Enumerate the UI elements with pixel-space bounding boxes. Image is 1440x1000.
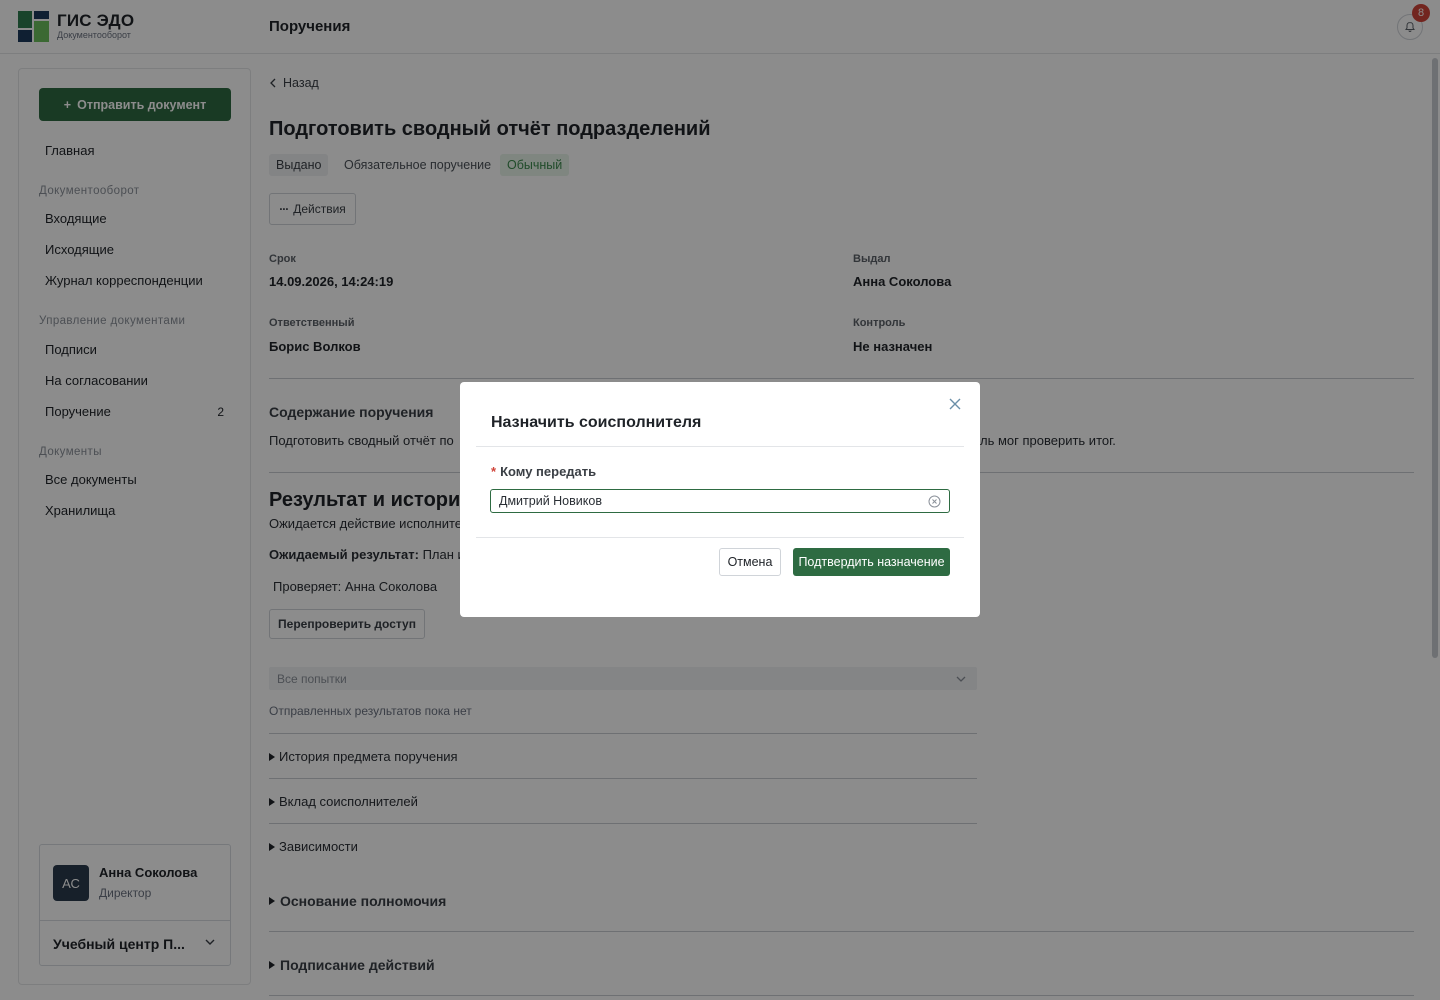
clear-icon[interactable] [928,495,941,508]
assign-coexecutor-dialog: Назначить соисполнителя * Кому передать Д… [460,382,980,617]
close-icon[interactable] [947,396,963,412]
required-mark: * [491,464,497,479]
cancel-button[interactable]: Отмена [719,548,781,576]
recipient-label: * Кому передать [491,464,596,479]
recipient-label-text: Кому передать [500,464,597,479]
confirm-assignment-button[interactable]: Подтвердить назначение [793,548,950,576]
recipient-value: Дмитрий Новиков [499,494,602,508]
divider [476,537,964,538]
dialog-title: Назначить соисполнителя [491,414,702,431]
recipient-field[interactable]: Дмитрий Новиков [490,489,950,513]
divider [476,446,964,447]
